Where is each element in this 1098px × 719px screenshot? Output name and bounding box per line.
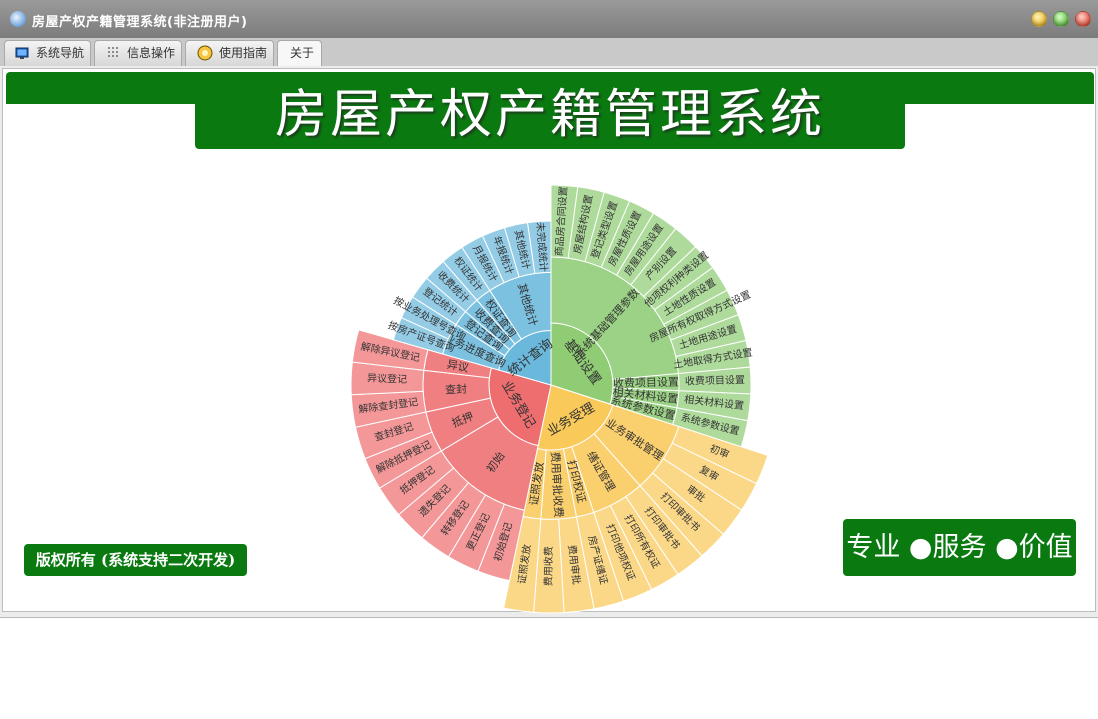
app-window: 房屋产权产籍管理系统(非注册用户) 系统导航 信息操作 使用指南 关于 房屋产权…: [0, 0, 1098, 618]
sunburst-leaf-label[interactable]: 费用收费: [542, 546, 555, 586]
copyright-badge: 版权所有 (系统支持二次开发): [24, 544, 247, 576]
motto-badge: 专业 ●服务 ●价值: [843, 519, 1076, 576]
sunburst-category-label[interactable]: 查封: [445, 382, 468, 397]
sunburst-leaf-label[interactable]: 异议登记: [367, 371, 407, 385]
